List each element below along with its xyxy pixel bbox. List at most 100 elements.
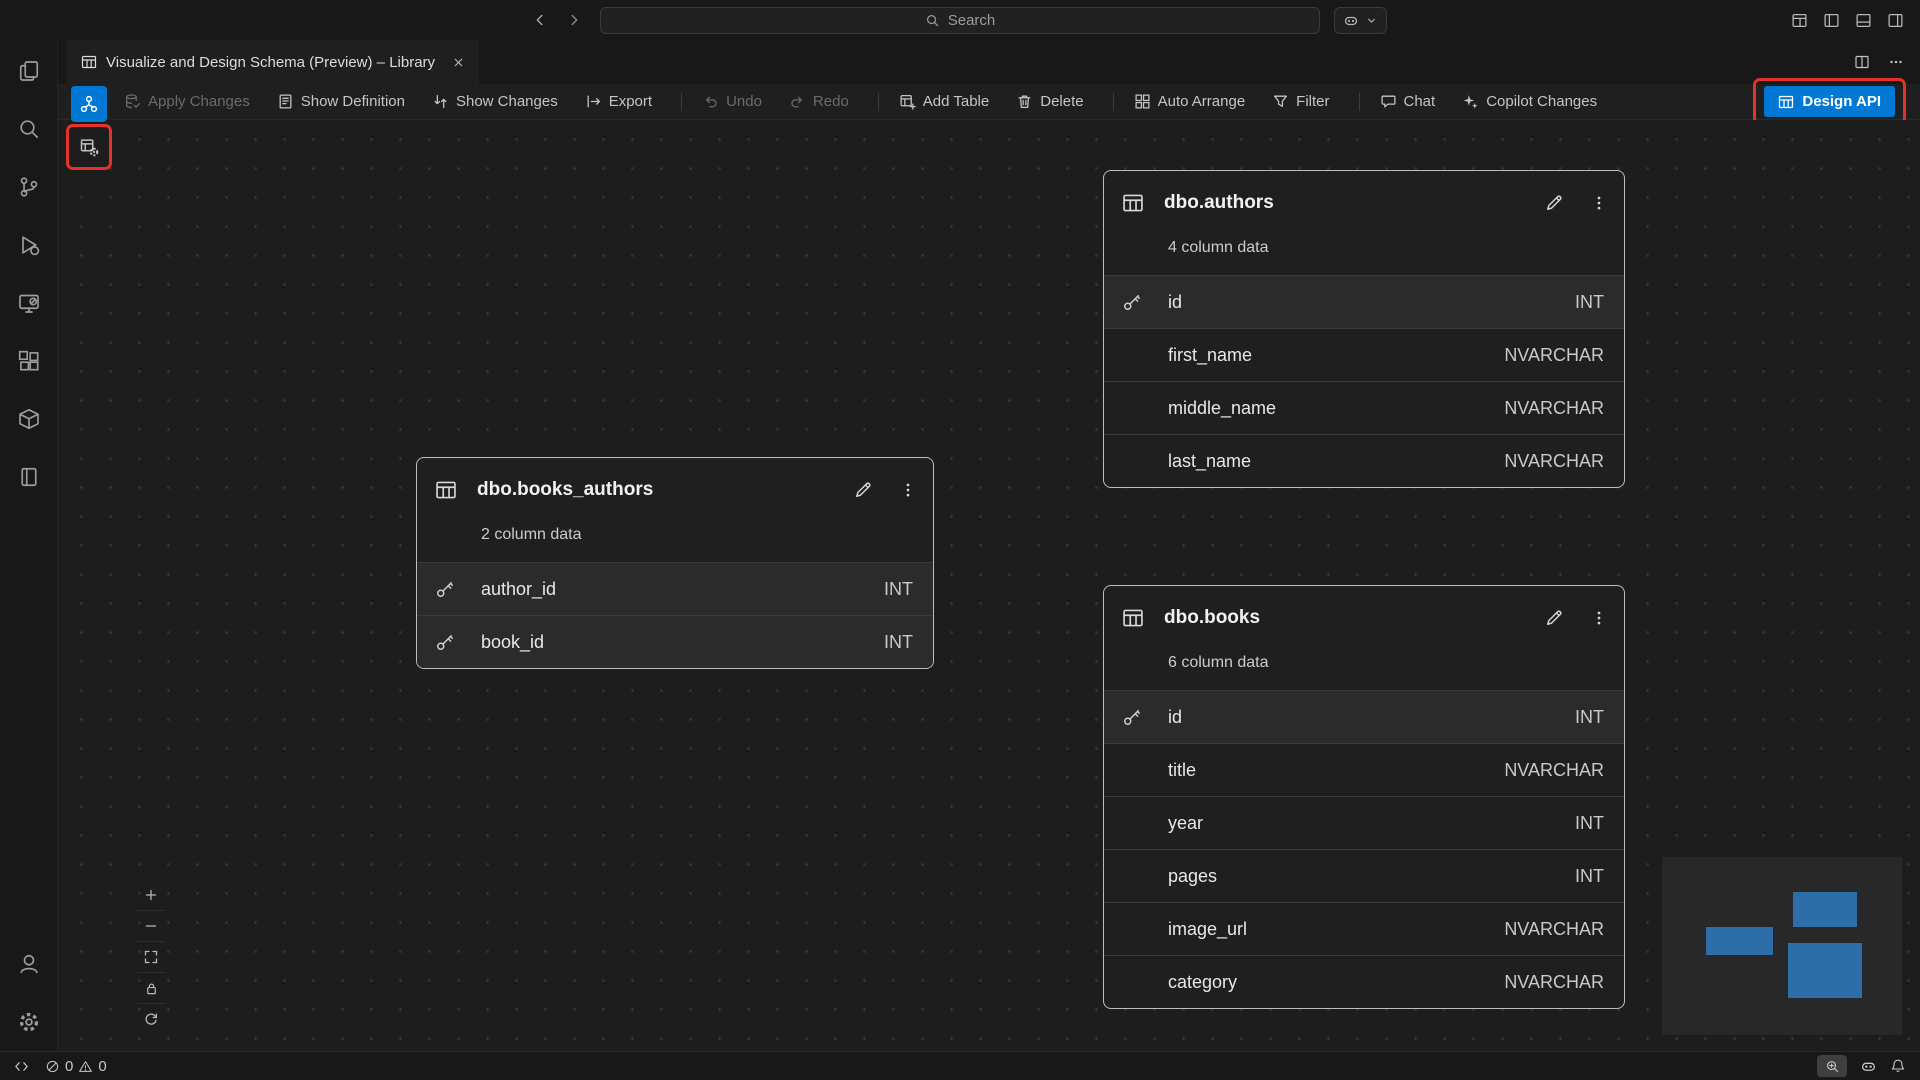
column-type: INT bbox=[1575, 707, 1604, 728]
back-button[interactable] bbox=[532, 12, 548, 28]
edit-table-button[interactable] bbox=[1544, 608, 1564, 628]
auto-arrange-button[interactable]: Auto Arrange bbox=[1134, 93, 1246, 110]
remote-explorer-button[interactable] bbox=[0, 274, 57, 332]
zoom-in-icon bbox=[1825, 1059, 1840, 1074]
export-button[interactable]: Export bbox=[585, 93, 652, 110]
remote-indicator-button[interactable] bbox=[14, 1059, 29, 1074]
filter-button[interactable]: Filter bbox=[1272, 93, 1329, 110]
debug-icon bbox=[17, 233, 41, 257]
column-name: book_id bbox=[481, 632, 544, 653]
zoom-in-button[interactable] bbox=[137, 879, 165, 910]
entity-table-authors[interactable]: dbo.authors 4 column data idINTfirst_nam… bbox=[1103, 170, 1625, 488]
org-chart-icon bbox=[79, 94, 99, 114]
customize-layout-button[interactable] bbox=[1791, 12, 1808, 29]
toolbar-separator bbox=[681, 93, 682, 111]
entity-title: dbo.books_authors bbox=[477, 479, 653, 501]
show-changes-button[interactable]: Show Changes bbox=[432, 93, 558, 110]
column-row[interactable]: middle_nameNVARCHAR bbox=[1104, 381, 1624, 434]
editor-zoom-button[interactable] bbox=[1817, 1055, 1847, 1077]
entity-table-books-authors[interactable]: dbo.books_authors 2 column data author_i… bbox=[416, 457, 934, 669]
show-definition-button[interactable]: Show Definition bbox=[277, 93, 405, 110]
copilot-status-button[interactable] bbox=[1860, 1058, 1877, 1075]
toggle-primary-sidebar-button[interactable] bbox=[1823, 12, 1840, 29]
reset-view-button[interactable] bbox=[137, 1003, 165, 1034]
chevron-down-icon bbox=[1365, 14, 1378, 27]
titlebar: Search bbox=[0, 0, 1920, 40]
table-more-options-button[interactable] bbox=[899, 481, 917, 499]
schema-canvas[interactable]: dbo.books_authors 2 column data author_i… bbox=[58, 120, 1920, 1051]
search-input[interactable]: Search bbox=[600, 7, 1320, 34]
entity-title: dbo.books bbox=[1164, 607, 1260, 629]
zoom-out-button[interactable] bbox=[137, 910, 165, 941]
warning-icon bbox=[78, 1059, 93, 1074]
add-table-button[interactable]: Add Table bbox=[899, 93, 989, 110]
entity-subtitle: 6 column data bbox=[1104, 650, 1624, 690]
remote-monitor-icon bbox=[17, 291, 41, 315]
edit-table-button[interactable] bbox=[1544, 193, 1564, 213]
edit-table-button[interactable] bbox=[853, 480, 873, 500]
column-row[interactable]: book_idINT bbox=[417, 615, 933, 668]
account-icon bbox=[17, 952, 41, 976]
settings-button[interactable] bbox=[0, 993, 57, 1051]
schema-diagram-view-button[interactable] bbox=[71, 86, 107, 122]
undo-button[interactable]: Undo bbox=[702, 93, 762, 110]
source-control-button[interactable] bbox=[0, 158, 57, 216]
redo-button[interactable]: Redo bbox=[789, 93, 849, 110]
column-name: id bbox=[1168, 292, 1182, 313]
toggle-secondary-sidebar-button[interactable] bbox=[1887, 12, 1904, 29]
notifications-button[interactable] bbox=[1890, 1058, 1906, 1074]
apply-changes-button[interactable]: Apply Changes bbox=[124, 93, 250, 110]
chat-button[interactable]: Chat bbox=[1380, 93, 1436, 110]
column-row[interactable]: categoryNVARCHAR bbox=[1104, 955, 1624, 1008]
close-tab-button[interactable] bbox=[452, 56, 465, 69]
more-actions-button[interactable] bbox=[1888, 54, 1904, 70]
copilot-changes-button[interactable]: Copilot Changes bbox=[1462, 93, 1597, 110]
column-row[interactable]: idINT bbox=[1104, 275, 1624, 328]
column-name: pages bbox=[1168, 866, 1217, 887]
search-sidebar-button[interactable] bbox=[0, 100, 57, 158]
delete-button[interactable]: Delete bbox=[1016, 93, 1083, 110]
column-row[interactable]: titleNVARCHAR bbox=[1104, 743, 1624, 796]
copilot-menu-button[interactable] bbox=[1334, 7, 1387, 34]
forward-button[interactable] bbox=[566, 12, 582, 28]
trash-icon bbox=[1016, 93, 1033, 110]
database-projects-button[interactable] bbox=[0, 390, 57, 448]
extensions-button[interactable] bbox=[0, 332, 57, 390]
mssql-button[interactable] bbox=[0, 448, 57, 506]
column-type: NVARCHAR bbox=[1504, 972, 1604, 993]
table-more-options-button[interactable] bbox=[1590, 194, 1608, 212]
column-name: image_url bbox=[1168, 919, 1247, 940]
tab-title: Visualize and Design Schema (Preview) – … bbox=[106, 54, 435, 71]
column-row[interactable]: first_nameNVARCHAR bbox=[1104, 328, 1624, 381]
entity-table-books[interactable]: dbo.books 6 column data idINTtitleNVARCH… bbox=[1103, 585, 1625, 1009]
fit-view-button[interactable] bbox=[137, 941, 165, 972]
toolbar-separator bbox=[1113, 93, 1114, 111]
lock-canvas-button[interactable] bbox=[137, 972, 165, 1003]
activity-bar bbox=[0, 40, 58, 1051]
column-row[interactable]: idINT bbox=[1104, 690, 1624, 743]
run-debug-button[interactable] bbox=[0, 216, 57, 274]
toggle-panel-button[interactable] bbox=[1855, 12, 1872, 29]
accounts-button[interactable] bbox=[0, 935, 57, 993]
minimap[interactable] bbox=[1662, 857, 1902, 1035]
entity-header: dbo.books bbox=[1104, 586, 1624, 650]
column-row[interactable]: last_nameNVARCHAR bbox=[1104, 434, 1624, 487]
table-settings-button[interactable] bbox=[72, 130, 106, 164]
column-row[interactable]: yearINT bbox=[1104, 796, 1624, 849]
undo-icon bbox=[702, 93, 719, 110]
table-more-options-button[interactable] bbox=[1590, 609, 1608, 627]
delete-label: Delete bbox=[1040, 93, 1083, 110]
column-row[interactable]: pagesINT bbox=[1104, 849, 1624, 902]
column-row[interactable]: image_urlNVARCHAR bbox=[1104, 902, 1624, 955]
entity-rows: idINTfirst_nameNVARCHARmiddle_nameNVARCH… bbox=[1104, 275, 1624, 487]
database-icon bbox=[17, 465, 41, 489]
column-row[interactable]: author_idINT bbox=[417, 562, 933, 615]
chat-label: Chat bbox=[1404, 93, 1436, 110]
tab-schema-designer[interactable]: Visualize and Design Schema (Preview) – … bbox=[67, 40, 479, 84]
table-icon bbox=[1122, 192, 1144, 214]
problems-button[interactable]: 0 0 bbox=[45, 1058, 107, 1075]
split-editor-button[interactable] bbox=[1854, 54, 1870, 70]
design-api-button[interactable]: Design API bbox=[1764, 86, 1895, 117]
explorer-button[interactable] bbox=[0, 42, 57, 100]
annotation-box-design-api: Design API bbox=[1753, 78, 1906, 125]
